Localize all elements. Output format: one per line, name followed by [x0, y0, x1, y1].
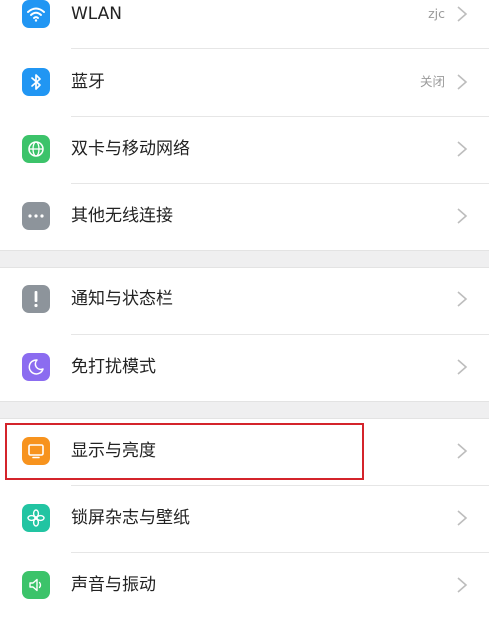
chevron-right-icon: [457, 74, 468, 90]
bluetooth-icon: [22, 68, 50, 96]
settings-item-label: 通知与状态栏: [71, 289, 173, 309]
settings-item-label: 其他无线连接: [71, 206, 173, 226]
settings-item-label: 双卡与移动网络: [71, 139, 190, 159]
wlan-status-value: zjc: [428, 6, 445, 21]
settings-item-label: 锁屏杂志与壁纸: [71, 508, 190, 528]
section-separator: [0, 401, 489, 419]
settings-item-lockscreen-wallpaper[interactable]: 锁屏杂志与壁纸: [0, 486, 489, 553]
chevron-right-icon: [457, 443, 468, 459]
settings-item-do-not-disturb[interactable]: 免打扰模式: [0, 335, 489, 402]
chevron-right-icon: [457, 291, 468, 307]
globe-icon: [22, 135, 50, 163]
settings-item-label: WLAN: [71, 4, 123, 24]
chevron-right-icon: [457, 208, 468, 224]
section-separator: [0, 250, 489, 268]
settings-item-wlan[interactable]: WLAN zjc: [0, 0, 489, 48]
moon-icon: [22, 353, 50, 381]
speaker-icon: [22, 571, 50, 599]
highlight-box: [5, 423, 364, 480]
settings-item-other-wireless[interactable]: 其他无线连接: [0, 184, 489, 251]
settings-item-label: 蓝牙: [71, 72, 105, 92]
settings-item-bluetooth[interactable]: 蓝牙 关闭: [0, 49, 489, 116]
exclamation-icon: [22, 285, 50, 313]
settings-item-dual-sim-network[interactable]: 双卡与移动网络: [0, 117, 489, 184]
flower-icon: [22, 504, 50, 532]
chevron-right-icon: [457, 510, 468, 526]
chevron-right-icon: [457, 577, 468, 593]
chevron-right-icon: [457, 6, 468, 22]
settings-item-sound-vibration[interactable]: 声音与振动: [0, 553, 489, 620]
chevron-right-icon: [457, 141, 468, 157]
bluetooth-status-value: 关闭: [419, 74, 445, 89]
chevron-right-icon: [457, 359, 468, 375]
settings-list: WLAN zjc 蓝牙 关闭 双卡与移动网络 其他无线连接 通知与状态栏 免打扰…: [0, 0, 489, 620]
more-dots-icon: [22, 202, 50, 230]
settings-item-notifications-status-bar[interactable]: 通知与状态栏: [0, 268, 489, 335]
settings-item-label: 免打扰模式: [71, 357, 156, 377]
wifi-icon: [22, 0, 50, 28]
settings-item-label: 声音与振动: [71, 575, 156, 595]
